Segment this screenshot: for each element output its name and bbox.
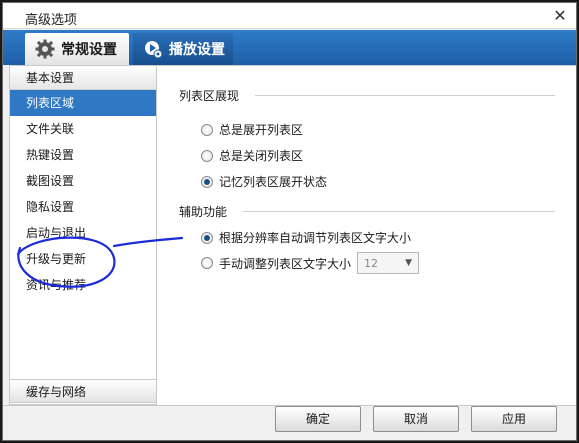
sidebar-item-privacy[interactable]: 隐私设置 (10, 194, 156, 220)
section-divider (255, 95, 555, 96)
ok-button[interactable]: 确定 (275, 406, 361, 432)
settings-content-panel: 列表区展现 总是展开列表区 总是关闭列表区 记忆列表区展开状态 辅助功能 根据分… (157, 65, 576, 405)
option-label: 总是关闭列表区 (219, 149, 304, 163)
chevron-down-icon: ▼ (405, 258, 413, 268)
sidebar-item-hotkeys[interactable]: 热键设置 (10, 142, 156, 168)
sidebar-header-basic[interactable]: 基本设置 (10, 66, 156, 90)
settings-sidebar: 基本设置 列表区域 文件关联 热键设置 截图设置 隐私设置 启动与退出 升级与更… (9, 65, 157, 405)
sidebar-item-list-area[interactable]: 列表区域 (10, 90, 156, 116)
radio-button[interactable] (201, 257, 213, 269)
option-always-expand[interactable]: 总是展开列表区 (201, 121, 303, 138)
section-divider (243, 211, 555, 212)
sidebar-item-startup-exit[interactable]: 启动与退出 (10, 220, 156, 246)
option-label: 手动调整列表区文字大小 (219, 256, 352, 271)
tab-playback-settings[interactable]: 播放设置 (133, 33, 233, 65)
dialog-button-bar: 确定 取消 应用 (3, 405, 576, 440)
font-size-select[interactable]: 12 ▼ (357, 252, 420, 274)
tab-playback-label: 播放设置 (169, 42, 225, 58)
radio-button-checked[interactable] (201, 175, 213, 188)
close-icon[interactable]: ✕ (550, 7, 570, 25)
title-bar: 高级选项 ✕ (3, 3, 576, 29)
option-manual-font-size[interactable]: 手动调整列表区文字大小 12 ▼ (201, 252, 420, 274)
sidebar-item-file-association[interactable]: 文件关联 (10, 116, 156, 142)
option-auto-font-size[interactable]: 根据分辨率自动调节列表区文字大小 (201, 229, 411, 246)
tab-general-settings[interactable]: 常规设置 (25, 33, 129, 65)
option-remember-state[interactable]: 记忆列表区展开状态 (201, 173, 327, 190)
sidebar-item-upgrade-update[interactable]: 升级与更新 (10, 246, 156, 272)
sidebar-item-screenshot[interactable]: 截图设置 (10, 168, 156, 194)
section-title-list: 列表区展现 (179, 89, 240, 103)
radio-button[interactable] (201, 123, 213, 136)
sidebar-footer-cache-network[interactable]: 缓存与网络 (9, 379, 157, 403)
cancel-button[interactable]: 取消 (373, 406, 459, 432)
option-label: 总是展开列表区 (219, 123, 304, 137)
gear-icon (35, 39, 55, 59)
advanced-options-dialog: 高级选项 ✕ 常规设置 播放设置 基本设置 列表区域 文件关联 热键设置 截图设… (2, 2, 577, 441)
section-title-assist: 辅助功能 (179, 205, 228, 219)
sidebar-item-news-recommend[interactable]: 资讯与推荐 (10, 272, 156, 298)
tab-general-label: 常规设置 (61, 42, 117, 58)
radio-button-checked[interactable] (201, 231, 213, 244)
apply-button[interactable]: 应用 (471, 406, 557, 432)
radio-button[interactable] (201, 149, 213, 162)
window-title: 高级选项 (25, 13, 78, 28)
tab-bar: 常规设置 播放设置 (3, 30, 576, 65)
option-label: 根据分辨率自动调节列表区文字大小 (219, 231, 412, 245)
play-settings-icon (145, 41, 163, 59)
option-label: 记忆列表区展开状态 (219, 175, 328, 189)
font-size-value: 12 (364, 256, 379, 270)
option-always-collapse[interactable]: 总是关闭列表区 (201, 147, 303, 164)
